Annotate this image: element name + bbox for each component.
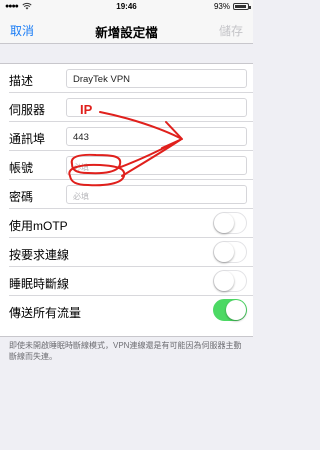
status-bar: ●●●● 19:46 93% (0, 0, 253, 14)
send-all-traffic-label: 傳送所有流量 (9, 306, 82, 320)
row-disconnect-on-sleep: 睡眠時斷線 (0, 267, 253, 296)
use-motp-label: 使用mOTP (9, 219, 68, 233)
row-description: 描述 DrayTek VPN (0, 64, 253, 93)
status-right: 93% (213, 2, 251, 11)
row-port: 通訊埠 443 (0, 122, 253, 151)
send-all-traffic-toggle[interactable] (213, 299, 247, 321)
server-field[interactable] (66, 98, 247, 117)
vpn-settings-group: 描述 DrayTek VPN 伺服器 通訊埠 443 帳號 必填 密碼 必填 使… (0, 63, 253, 337)
disconnect-on-sleep-label: 睡眠時斷線 (9, 277, 70, 291)
save-button[interactable]: 儲存 (219, 22, 243, 39)
disconnect-on-sleep-toggle[interactable] (213, 270, 247, 292)
ip-annotation-text: IP (80, 102, 93, 117)
password-label: 密碼 (9, 190, 34, 204)
battery-icon (233, 3, 251, 10)
footer-note: 即使未開啟睡眠時斷線模式，VPN連線還是有可能因為伺服器主動斷線而失連。 (9, 341, 242, 361)
account-label: 帳號 (9, 161, 34, 175)
row-server: 伺服器 (0, 93, 253, 122)
battery-percent: 93% (213, 2, 230, 11)
password-field[interactable]: 必填 (66, 185, 247, 204)
row-connect-on-demand: 按要求連線 (0, 238, 253, 267)
description-label: 描述 (9, 74, 34, 88)
row-use-motp: 使用mOTP (0, 209, 253, 238)
row-account: 帳號 必填 (0, 151, 253, 180)
connect-on-demand-label: 按要求連線 (9, 248, 70, 262)
row-send-all-traffic: 傳送所有流量 (0, 296, 253, 325)
server-label: 伺服器 (9, 103, 46, 117)
row-password: 密碼 必填 (0, 180, 253, 209)
connect-on-demand-toggle[interactable] (213, 241, 247, 263)
port-field[interactable]: 443 (66, 127, 247, 146)
page-title: 新增設定檔 (95, 26, 158, 40)
account-field[interactable]: 必填 (66, 156, 247, 175)
use-motp-toggle[interactable] (213, 212, 247, 234)
navigation-bar: 取消 新增設定檔 儲存 (0, 14, 253, 44)
port-label: 通訊埠 (9, 132, 46, 146)
description-field[interactable]: DrayTek VPN (66, 69, 247, 88)
